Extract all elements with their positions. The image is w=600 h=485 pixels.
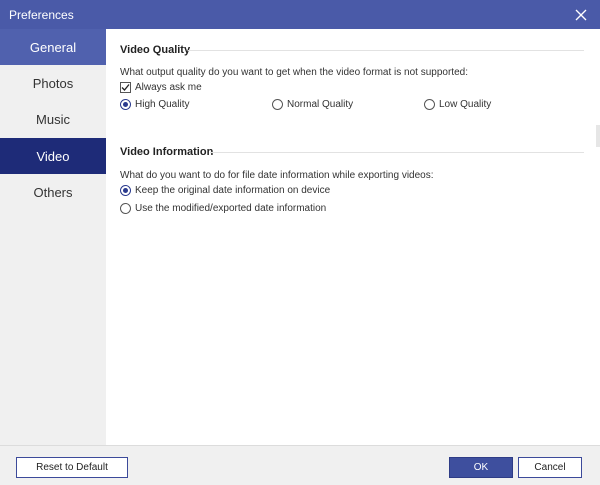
always-ask-checkbox[interactable]: Always ask me	[120, 82, 202, 93]
sidebar-item-video[interactable]: Video	[0, 138, 106, 174]
checkmark-icon	[121, 84, 130, 91]
cancel-button[interactable]: Cancel	[518, 457, 582, 478]
reset-to-default-button[interactable]: Reset to Default	[16, 457, 128, 478]
sidebar-item-label: Photos	[32, 75, 74, 91]
sidebar-item-label: General	[29, 39, 77, 55]
radio-normal-quality[interactable]: Normal Quality	[272, 99, 353, 110]
radio-label: Keep the original date information on de…	[135, 185, 331, 196]
radio-keep-original-date[interactable]: Keep the original date information on de…	[120, 185, 330, 196]
video-information-question: What do you want to do for file date inf…	[120, 170, 434, 181]
scrollbar-thumb[interactable]	[596, 125, 600, 147]
sidebar-item-others[interactable]: Others	[0, 174, 106, 210]
sidebar: General Photos Music Video Others	[0, 29, 106, 445]
radio-use-modified-date[interactable]: Use the modified/exported date informati…	[120, 203, 326, 214]
sidebar-item-label: Others	[33, 184, 73, 200]
radio-label: Use the modified/exported date informati…	[135, 203, 327, 214]
window-title: Preferences	[9, 8, 74, 22]
footer-bar: Reset to Default OK Cancel	[0, 445, 600, 485]
radio-low-quality[interactable]: Low Quality	[424, 99, 491, 110]
sidebar-item-photos[interactable]: Photos	[0, 65, 106, 101]
video-information-title: Video Information	[120, 146, 214, 158]
radio-label: High Quality	[135, 99, 190, 110]
title-bar: Preferences	[0, 0, 600, 29]
radio-high-quality[interactable]: High Quality	[120, 99, 189, 110]
section-divider	[210, 152, 584, 153]
ok-button[interactable]: OK	[449, 457, 513, 478]
video-quality-question: What output quality do you want to get w…	[120, 67, 468, 78]
close-icon	[575, 9, 587, 20]
radio-button[interactable]	[272, 99, 283, 110]
radio-label: Normal Quality	[287, 99, 354, 110]
close-button[interactable]	[568, 2, 594, 27]
radio-label: Low Quality	[439, 99, 492, 110]
radio-button[interactable]	[424, 99, 435, 110]
video-quality-title: Video Quality	[120, 44, 191, 56]
settings-panel: Video Quality What output quality do you…	[106, 29, 600, 445]
sidebar-item-general[interactable]: General	[0, 29, 106, 65]
sidebar-item-music[interactable]: Music	[0, 101, 106, 137]
radio-button[interactable]	[120, 203, 131, 214]
checkbox-box[interactable]	[120, 82, 131, 93]
radio-button[interactable]	[120, 99, 131, 110]
section-divider	[188, 50, 584, 51]
checkbox-label: Always ask me	[135, 82, 202, 93]
sidebar-item-label: Music	[36, 111, 70, 127]
radio-button[interactable]	[120, 185, 131, 196]
sidebar-item-label: Video	[36, 148, 70, 164]
